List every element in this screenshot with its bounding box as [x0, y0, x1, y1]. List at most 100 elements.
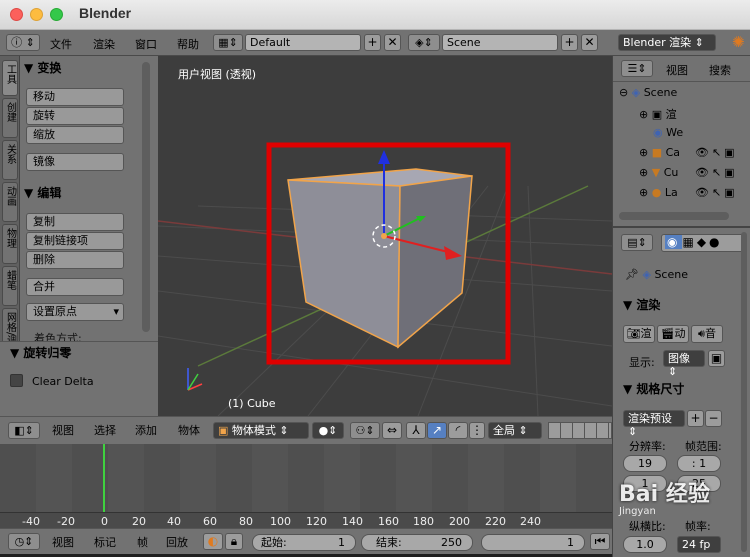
scene-field[interactable]: Scene: [442, 34, 558, 51]
end-frame-field[interactable]: 结束: 250: [361, 534, 473, 551]
resolution-x-field[interactable]: 19: [623, 455, 667, 472]
outliner-menu-view[interactable]: 视图: [666, 62, 688, 78]
tab-animation[interactable]: 动画: [2, 182, 18, 222]
duplicate-linked-button[interactable]: 复制链接项: [26, 232, 124, 250]
display-window-icon[interactable]: ▣: [708, 350, 725, 367]
jump-start-icon[interactable]: ⏮: [590, 533, 610, 550]
editor-type-selector[interactable]: ⓘ ⇕: [6, 34, 40, 51]
maximize-window-icon[interactable]: [50, 8, 63, 21]
add-scene-icon[interactable]: +: [561, 34, 578, 51]
timeline-menu-playback[interactable]: 回放: [166, 534, 188, 550]
rotate-manipulator-icon[interactable]: ↗: [427, 422, 447, 439]
mode-selector[interactable]: ▣ 物体模式 ⇕: [213, 422, 309, 439]
cube-visibility-icons[interactable]: 👁︎↖▣: [695, 166, 738, 179]
outliner-editor-type-icon[interactable]: ☰⇕: [621, 60, 653, 77]
timeline-menu-frame[interactable]: 帧: [137, 534, 148, 550]
layout-field[interactable]: Default: [245, 34, 361, 51]
outliner-item-scene[interactable]: ⊖ ◈ Scene: [619, 86, 677, 99]
outliner-item-world[interactable]: ◉ We: [653, 126, 683, 139]
add-layout-icon[interactable]: +: [364, 34, 381, 51]
timeline-menu-view[interactable]: 视图: [52, 534, 74, 550]
tab-grease-pencil[interactable]: 蜡笔: [2, 266, 18, 306]
close-window-icon[interactable]: [10, 8, 23, 21]
scene-icon[interactable]: ◈⇕: [408, 34, 440, 51]
outliner-item-cube[interactable]: ⊕ ▼ Cu: [639, 166, 678, 179]
camera-visibility-icons[interactable]: 👁︎↖▣: [695, 146, 738, 159]
lamp-visibility-icons[interactable]: 👁︎↖▣: [695, 186, 738, 199]
dimensions-panel-header[interactable]: ▼ 规格尺寸: [623, 380, 684, 397]
render-image-button[interactable]: 📷︎渲: [623, 325, 655, 343]
manipulator-toggle-icon[interactable]: ⇔: [382, 422, 402, 439]
render-animation-button[interactable]: 🎬︎动: [657, 325, 689, 343]
remove-preset-icon[interactable]: −: [705, 410, 722, 427]
tab-tools[interactable]: 工具: [2, 60, 18, 96]
screen-layout-icon[interactable]: ▦⇕: [213, 34, 243, 51]
menu-select[interactable]: 选择: [94, 422, 116, 438]
render-engine-selector[interactable]: Blender 渲染 ⇕: [618, 34, 716, 51]
render-preset-selector[interactable]: 渲染预设 ⇕: [623, 410, 685, 438]
render-context-icon[interactable]: ◉: [665, 235, 683, 249]
timeline-editor-type-icon[interactable]: ◷⇕: [8, 533, 40, 550]
properties-context-tabs[interactable]: ◉ ▦◆●: [661, 234, 747, 252]
shading-selector-icon[interactable]: ●⇕: [312, 422, 344, 439]
current-frame-line[interactable]: [103, 444, 105, 512]
menu-object[interactable]: 物体: [178, 422, 200, 438]
properties-editor-type-icon[interactable]: ▤⇕: [621, 234, 653, 251]
mirror-button[interactable]: 镜像: [26, 153, 124, 171]
timeline-menu-marker[interactable]: 标记: [94, 534, 116, 550]
pivot-selector-icon[interactable]: ⚇⇕: [350, 422, 380, 439]
frame-start-field[interactable]: : 1: [677, 455, 721, 472]
outliner-item-render-layers[interactable]: ⊕ ▣ 渲: [639, 106, 677, 122]
3d-viewport[interactable]: 用户视图 (透视) (1) Cube: [158, 56, 612, 416]
add-preset-icon[interactable]: +: [687, 410, 704, 427]
menu-view[interactable]: 视图: [52, 422, 74, 438]
join-button[interactable]: 合并: [26, 278, 124, 296]
display-selector[interactable]: 图像 ⇕: [663, 350, 705, 378]
menu-render[interactable]: 渲染: [93, 36, 115, 52]
start-frame-field[interactable]: 起始: 1: [252, 534, 356, 551]
extra-manipulator-icon[interactable]: ⋮: [469, 422, 485, 439]
viewport-scene[interactable]: [158, 56, 612, 416]
current-frame-field[interactable]: 1: [481, 534, 585, 551]
cube-side-face[interactable]: [397, 175, 473, 349]
scale-manipulator-icon[interactable]: ◜: [448, 422, 468, 439]
3d-editor-type-icon[interactable]: ◧⇕: [8, 422, 40, 439]
minimize-window-icon[interactable]: [30, 8, 43, 21]
menu-add[interactable]: 添加: [135, 422, 157, 438]
tab-create[interactable]: 创建: [2, 98, 18, 138]
menu-help[interactable]: 帮助: [177, 36, 199, 52]
toolshelf-scrollbar[interactable]: [142, 62, 150, 332]
outliner-item-lamp[interactable]: ⊕ ● La: [639, 186, 678, 199]
menu-file[interactable]: 文件: [50, 36, 72, 52]
orientation-selector[interactable]: 全局 ⇕: [488, 422, 542, 439]
menu-window[interactable]: 窗口: [135, 36, 157, 52]
outliner-scrollbar[interactable]: [619, 212, 729, 220]
remove-scene-icon[interactable]: ✕: [581, 34, 598, 51]
set-origin-dropdown[interactable]: 设置原点 ▾: [26, 303, 124, 321]
render-audio-button[interactable]: 🔊︎音: [691, 325, 723, 343]
outliner-item-camera[interactable]: ⊕ ■ Ca: [639, 146, 680, 159]
keying-icon[interactable]: ◐: [203, 533, 223, 550]
rotate-button[interactable]: 旋转: [26, 107, 124, 125]
gizmo-z-head[interactable]: [378, 150, 390, 164]
scale-button[interactable]: 缩放: [26, 126, 124, 144]
duplicate-button[interactable]: 复制: [26, 213, 124, 231]
outliner-menu-search[interactable]: 搜索: [709, 62, 731, 78]
remove-layout-icon[interactable]: ✕: [384, 34, 401, 51]
redo-panel-header[interactable]: ▼ 旋转归零: [10, 344, 71, 361]
delete-button[interactable]: 删除: [26, 251, 124, 269]
transform-panel-header[interactable]: ▼ 变换: [24, 59, 61, 76]
lock-icon[interactable]: 🔒︎: [225, 533, 243, 550]
properties-scrollbar[interactable]: [741, 232, 747, 552]
timeline-editor[interactable]: -40 -20 0 20 40 60 80 100 120 140 160 18…: [0, 444, 612, 554]
render-panel-header[interactable]: ▼ 渲染: [623, 296, 660, 313]
edit-panel-header[interactable]: ▼ 编辑: [24, 184, 61, 201]
aspect-x-field[interactable]: 1.0: [623, 536, 667, 553]
tab-relations[interactable]: 关系: [2, 140, 18, 180]
translate-manipulator-icon[interactable]: ⅄: [406, 422, 426, 439]
fps-selector[interactable]: 24 fp: [677, 536, 721, 553]
layer-buttons[interactable]: [548, 422, 612, 439]
timeline-area[interactable]: [0, 444, 612, 512]
clear-delta-checkbox[interactable]: [10, 374, 23, 387]
tab-physics[interactable]: 物理: [2, 224, 18, 264]
